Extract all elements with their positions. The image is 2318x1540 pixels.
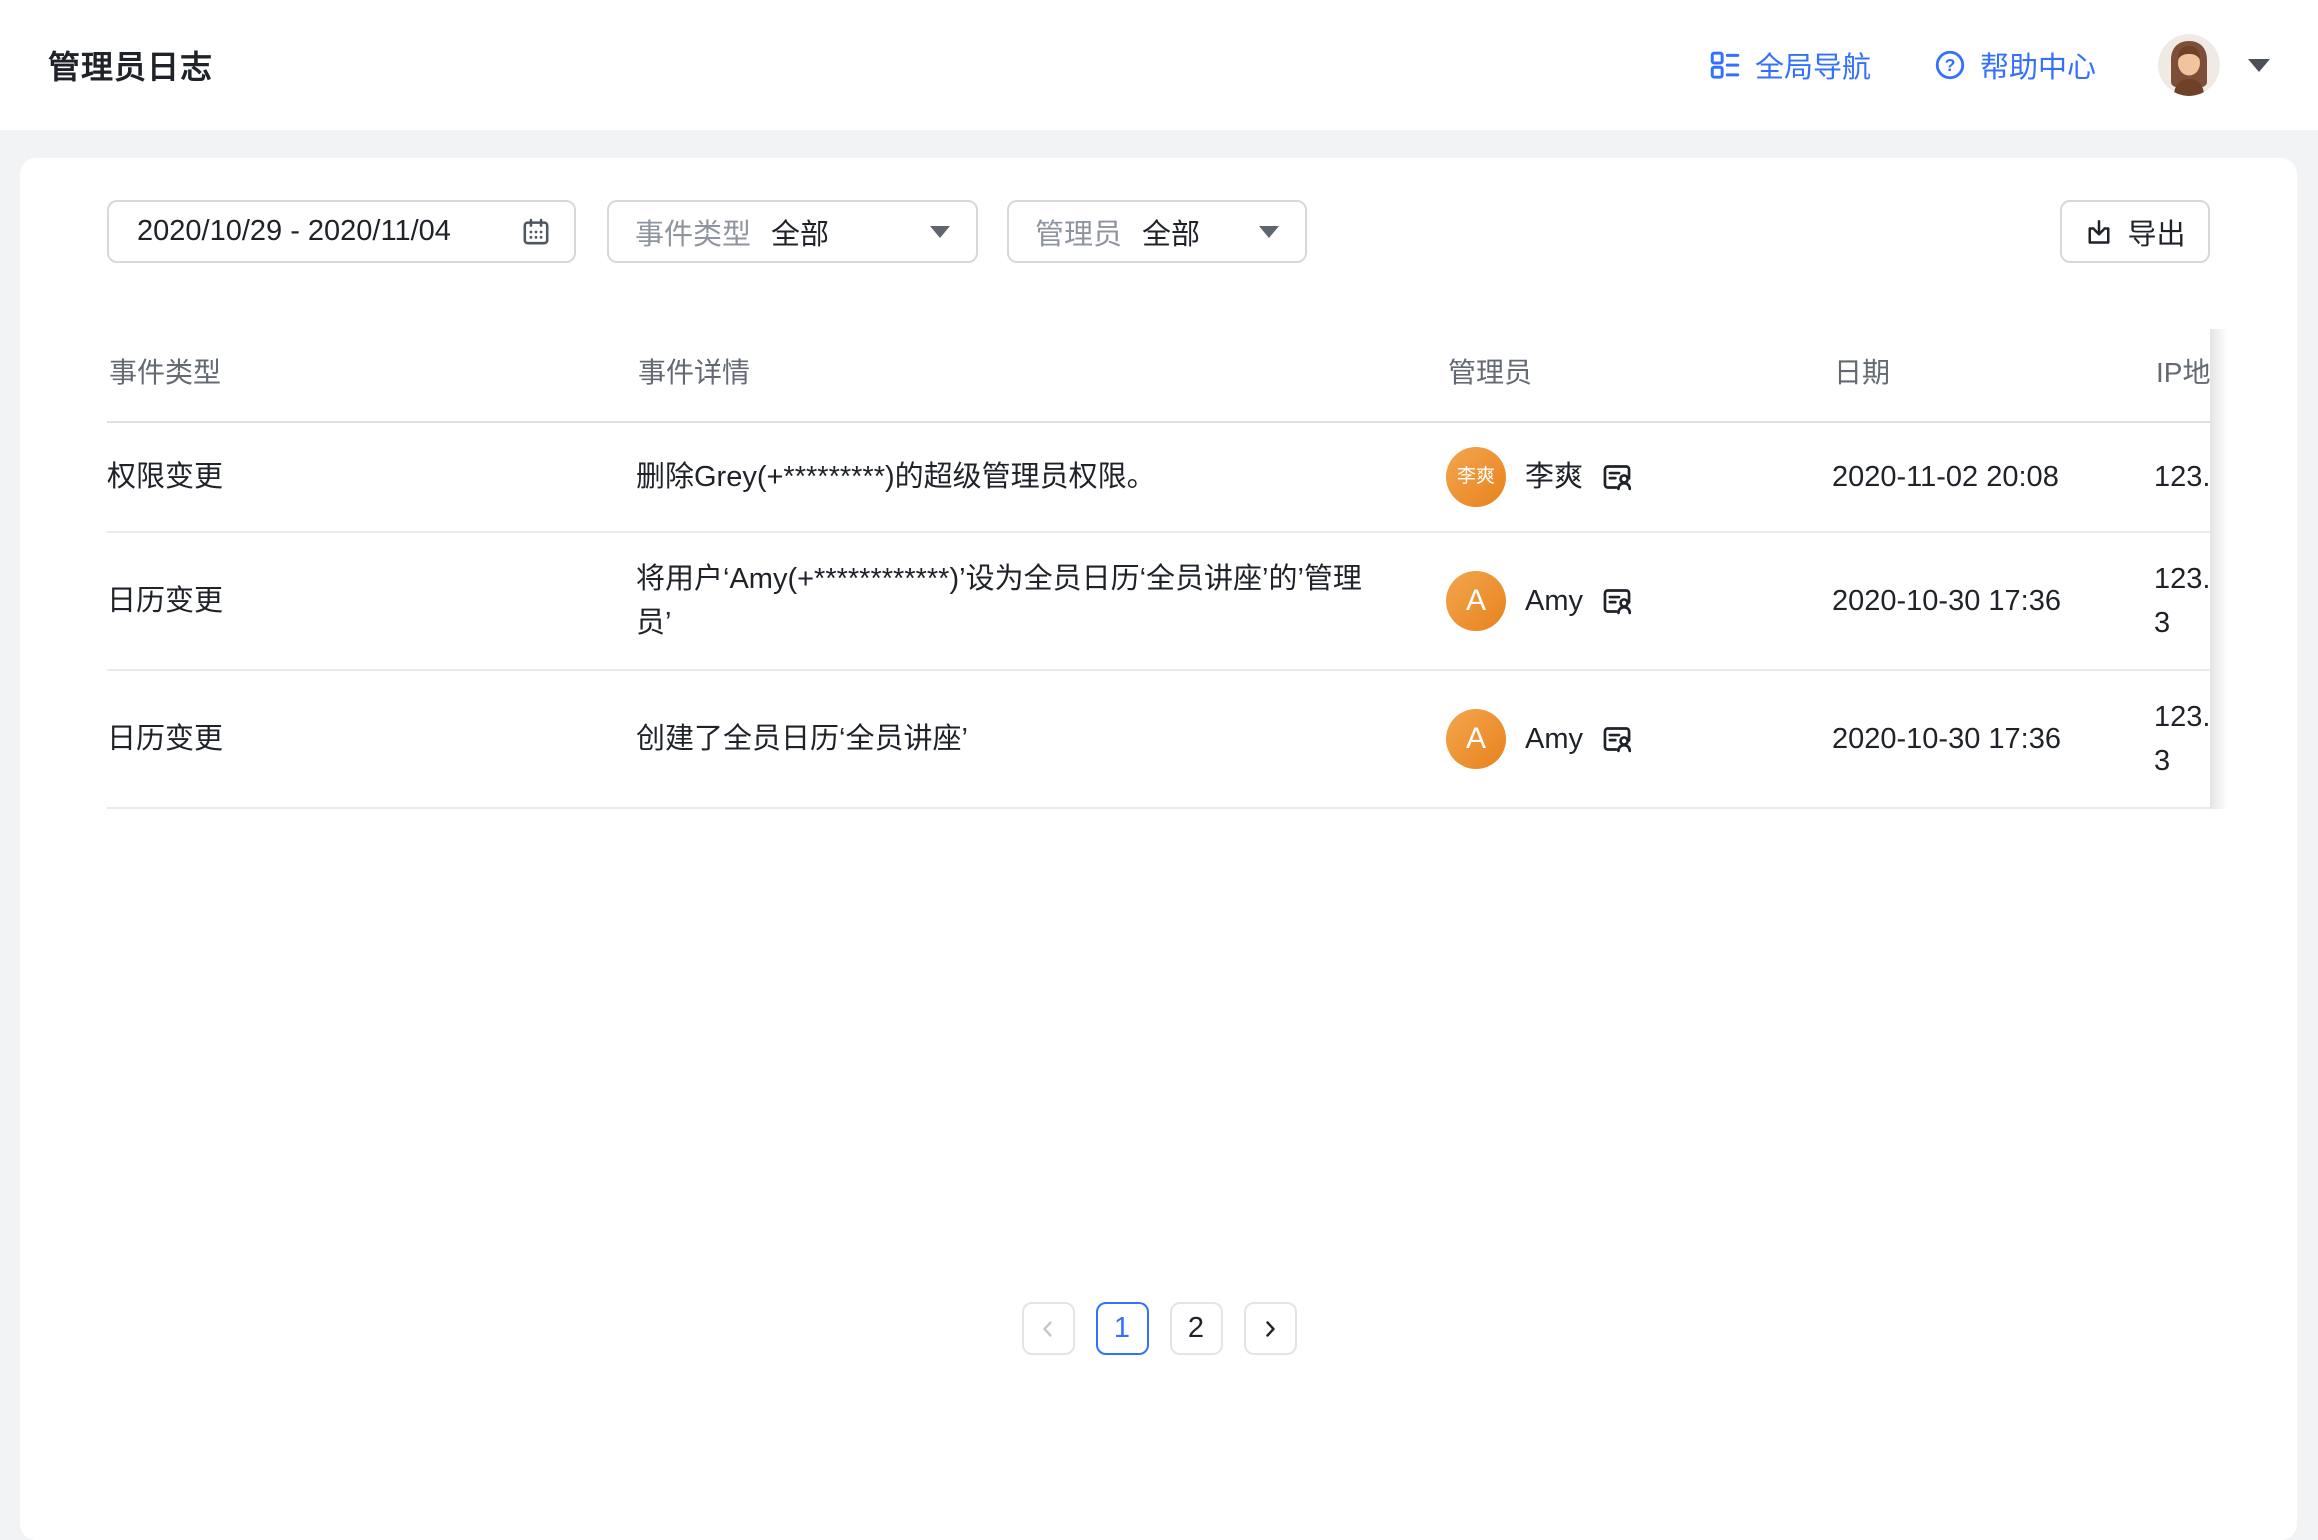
cell-admin: 李爽 李爽 — [1446, 447, 1832, 507]
page-header: 管理员日志 全局导航 ? 帮助中心 — [0, 0, 2318, 130]
admin-name: 李爽 — [1525, 455, 1583, 499]
chevron-down-icon — [2248, 59, 2270, 72]
global-nav-link[interactable]: 全局导航 — [1708, 44, 1871, 86]
cell-date: 2020-11-02 20:08 — [1832, 422, 2154, 532]
cell-admin: A Amy — [1446, 571, 1832, 631]
user-menu[interactable] — [2158, 34, 2270, 96]
profile-card-icon[interactable] — [1600, 584, 1634, 618]
log-table-zone: 事件类型 事件详情 管理员 日期 IP地址 权限变更 删除Grey(+*****… — [107, 329, 2210, 809]
calendar-icon — [520, 216, 552, 248]
avatar[interactable] — [2158, 34, 2220, 96]
event-type-select[interactable]: 事件类型 全部 — [607, 200, 978, 263]
caret-down-icon — [930, 226, 950, 238]
table-row: 权限变更 删除Grey(+*********)的超级管理员权限。 李爽 李爽 — [107, 422, 2210, 532]
prev-page-button[interactable] — [1022, 1302, 1075, 1355]
admin-avatar: A — [1446, 709, 1506, 769]
table-row: 日历变更 创建了全员日历‘全员讲座’ A Amy — [107, 670, 2210, 808]
help-center-label: 帮助中心 — [1980, 44, 2096, 86]
event-type-value: 全部 — [771, 211, 829, 253]
header-actions: 全局导航 ? 帮助中心 — [1708, 34, 2270, 96]
help-circle-icon: ? — [1933, 48, 1967, 82]
cell-event-type: 权限变更 — [107, 422, 636, 532]
cell-ip: 123. 3 — [2154, 532, 2210, 670]
date-range-value: 2020/10/29 - 2020/11/04 — [137, 215, 520, 248]
admin-name: Amy — [1525, 717, 1583, 761]
caret-down-icon — [1259, 226, 1279, 238]
admin-select-value: 全部 — [1142, 211, 1200, 253]
admin-avatar: 李爽 — [1446, 447, 1506, 507]
export-label: 导出 — [2127, 211, 2185, 253]
admin-avatar: A — [1446, 571, 1506, 631]
cell-event-detail: 创建了全员日历‘全员讲座’ — [636, 670, 1446, 808]
cell-ip: 123. — [2154, 422, 2210, 532]
admin-log-table: 事件类型 事件详情 管理员 日期 IP地址 权限变更 删除Grey(+*****… — [107, 329, 2210, 809]
column-event-detail: 事件详情 — [636, 329, 1446, 422]
svg-text:?: ? — [1945, 55, 1956, 75]
page-button-1[interactable]: 1 — [1096, 1302, 1149, 1355]
cell-admin: A Amy — [1446, 709, 1832, 769]
cell-event-detail: 将用户‘Amy(+************)’设为全员日历‘全员讲座’的’管理员… — [636, 532, 1446, 670]
pagination: 1 2 — [0, 1302, 2318, 1355]
cell-date: 2020-10-30 17:36 — [1832, 670, 2154, 808]
table-header-row: 事件类型 事件详情 管理员 日期 IP地址 — [107, 329, 2210, 422]
profile-card-icon[interactable] — [1600, 460, 1634, 494]
chevron-left-icon — [1036, 1317, 1060, 1341]
cell-event-detail: 删除Grey(+*********)的超级管理员权限。 — [636, 422, 1446, 532]
column-date: 日期 — [1832, 329, 2154, 422]
profile-card-icon[interactable] — [1600, 722, 1634, 756]
event-type-label: 事件类型 — [635, 211, 751, 253]
cell-event-type: 日历变更 — [107, 670, 636, 808]
global-nav-label: 全局导航 — [1755, 44, 1871, 86]
admin-select-label: 管理员 — [1035, 211, 1122, 253]
table-row: 日历变更 将用户‘Amy(+************)’设为全员日历‘全员讲座’… — [107, 532, 2210, 670]
column-ip: IP地址 — [2154, 329, 2210, 422]
cell-event-type: 日历变更 — [107, 532, 636, 670]
chevron-right-icon — [1258, 1317, 1282, 1341]
cell-ip: 123. 3 — [2154, 670, 2210, 808]
download-icon — [2084, 217, 2114, 247]
admin-select[interactable]: 管理员 全部 — [1007, 200, 1307, 263]
export-button[interactable]: 导出 — [2060, 200, 2210, 263]
filter-bar: 2020/10/29 - 2020/11/04 事件类型 全部 管理员 全部 — [107, 200, 2210, 263]
scroll-edge-shadow — [2210, 329, 2228, 809]
column-event-type: 事件类型 — [107, 329, 636, 422]
page-title: 管理员日志 — [48, 42, 213, 88]
date-range-picker[interactable]: 2020/10/29 - 2020/11/04 — [107, 200, 576, 263]
table-scroll-area[interactable]: 事件类型 事件详情 管理员 日期 IP地址 权限变更 删除Grey(+*****… — [107, 329, 2210, 809]
admin-name: Amy — [1525, 579, 1583, 623]
cell-date: 2020-10-30 17:36 — [1832, 532, 2154, 670]
global-nav-icon — [1708, 48, 1742, 82]
column-admin: 管理员 — [1446, 329, 1832, 422]
next-page-button[interactable] — [1244, 1302, 1297, 1355]
help-center-link[interactable]: ? 帮助中心 — [1933, 44, 2096, 86]
page-button-2[interactable]: 2 — [1170, 1302, 1223, 1355]
